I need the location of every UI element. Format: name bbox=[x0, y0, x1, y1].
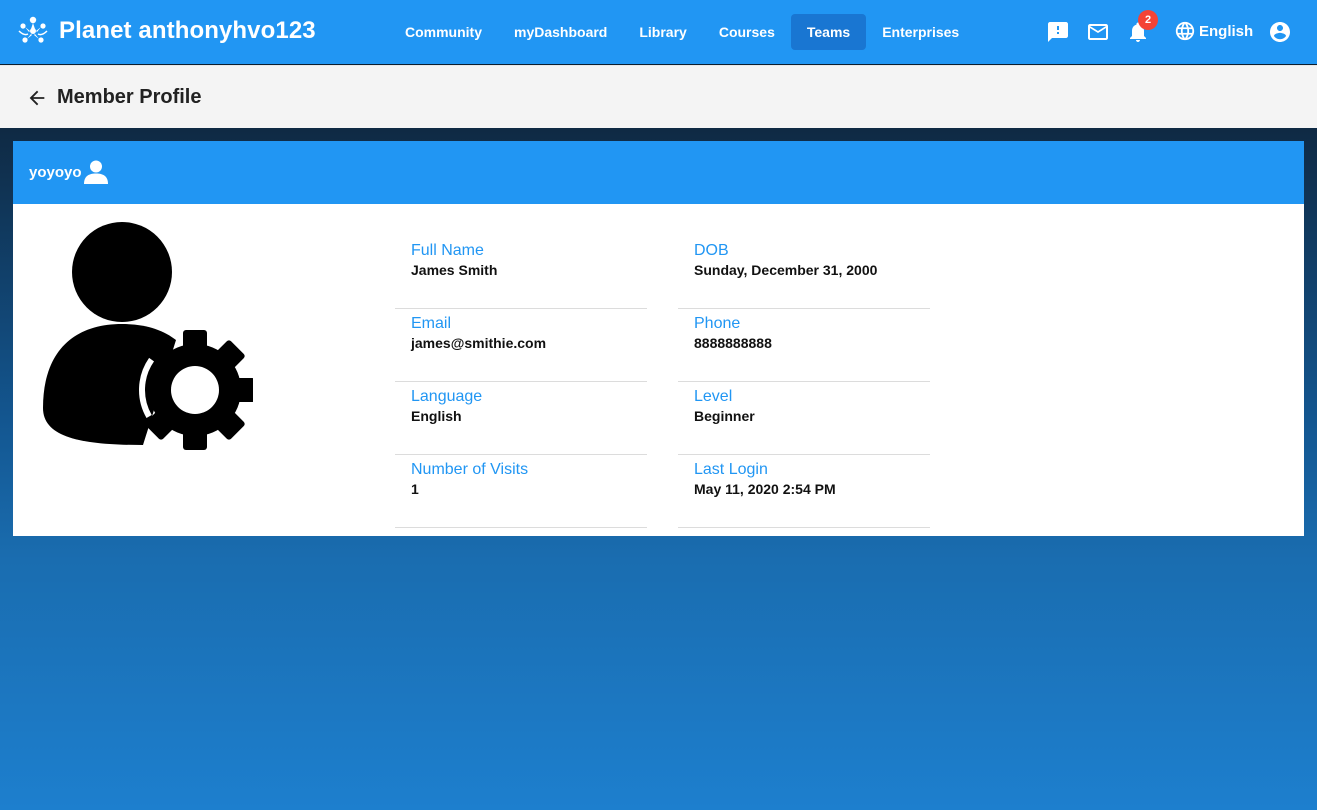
field-value: james@smithie.com bbox=[411, 335, 547, 351]
page-header: Member Profile bbox=[0, 65, 1317, 128]
nav-library[interactable]: Library bbox=[623, 14, 702, 50]
notifications-button[interactable]: 2 bbox=[1124, 10, 1158, 46]
profile-username: yoyoyo bbox=[29, 164, 82, 181]
field-level: Level Beginner bbox=[678, 382, 930, 455]
field-dob: DOB Sunday, December 31, 2000 bbox=[678, 236, 930, 309]
app-title: Planet anthonyhvo123 bbox=[59, 17, 316, 44]
notification-count-badge: 2 bbox=[1138, 10, 1158, 30]
field-label: Phone bbox=[694, 315, 741, 332]
brand[interactable]: Planet anthonyhvo123 bbox=[16, 14, 316, 48]
field-label: DOB bbox=[694, 242, 729, 259]
planet-logo-icon bbox=[18, 16, 48, 43]
field-phone: Phone 8888888888 bbox=[678, 309, 930, 382]
main-nav: Community myDashboard Library Courses Te… bbox=[389, 14, 975, 50]
field-value: 8888888888 bbox=[694, 335, 772, 351]
field-value: May 11, 2020 2:54 PM bbox=[694, 481, 836, 497]
field-last-login: Last Login May 11, 2020 2:54 PM bbox=[678, 455, 930, 528]
nav-enterprises[interactable]: Enterprises bbox=[866, 14, 975, 50]
feedback-button[interactable] bbox=[1044, 18, 1072, 46]
field-value: Beginner bbox=[694, 408, 755, 424]
field-value: 1 bbox=[411, 481, 419, 497]
field-email: Email james@smithie.com bbox=[395, 309, 647, 382]
field-label: Language bbox=[411, 388, 483, 405]
account-circle-icon bbox=[1270, 22, 1290, 42]
top-toolbar: Planet anthonyhvo123 Community myDashboa… bbox=[0, 0, 1317, 64]
field-value: English bbox=[411, 408, 462, 424]
nav-mydashboard[interactable]: myDashboard bbox=[498, 14, 623, 50]
field-number-of-visits: Number of Visits 1 bbox=[395, 455, 647, 528]
field-value: Sunday, December 31, 2000 bbox=[694, 262, 878, 278]
arrow-back-icon bbox=[29, 90, 45, 106]
page-title: Member Profile bbox=[57, 86, 202, 108]
field-value: James Smith bbox=[411, 262, 498, 278]
field-label: Level bbox=[694, 388, 733, 405]
mail-icon bbox=[1088, 24, 1108, 40]
field-label: Email bbox=[411, 315, 452, 332]
nav-courses[interactable]: Courses bbox=[703, 14, 791, 50]
language-selector[interactable]: English bbox=[1174, 20, 1253, 42]
back-button[interactable] bbox=[24, 85, 50, 111]
account-button[interactable] bbox=[1266, 18, 1294, 46]
field-label: Number of Visits bbox=[411, 461, 529, 478]
field-label: Full Name bbox=[411, 242, 484, 259]
nav-teams[interactable]: Teams bbox=[790, 14, 867, 50]
profile-card-header: yoyoyo bbox=[13, 141, 1304, 204]
feedback-icon bbox=[1048, 22, 1068, 42]
language-label: English bbox=[1199, 22, 1254, 40]
field-language: Language English bbox=[395, 382, 647, 455]
messages-button[interactable] bbox=[1084, 18, 1112, 46]
globe-icon bbox=[1175, 21, 1195, 41]
user-settings-avatar-icon bbox=[43, 222, 253, 450]
nav-community[interactable]: Community bbox=[389, 14, 498, 50]
field-full-name: Full Name James Smith bbox=[395, 236, 647, 309]
field-label: Last Login bbox=[694, 461, 768, 478]
profile-card-body: Full Name James Smith DOB Sunday, Decemb… bbox=[13, 204, 1304, 536]
person-icon bbox=[83, 160, 109, 184]
